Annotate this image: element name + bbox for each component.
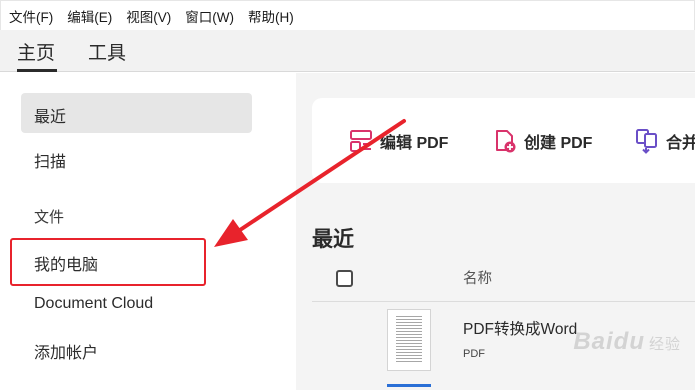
file-thumbnail: [387, 309, 431, 371]
menu-edit[interactable]: 编辑(E): [67, 6, 112, 26]
sidebar-item-document-cloud[interactable]: Document Cloud: [34, 295, 153, 313]
watermark-sub: 经验: [648, 336, 681, 353]
combine-files-icon: [636, 129, 657, 154]
create-pdf-tool[interactable]: 创建 PDF: [492, 128, 592, 154]
edit-pdf-icon: [350, 130, 372, 152]
edit-pdf-tool[interactable]: 编辑 PDF: [348, 128, 448, 154]
file-type: PDF: [463, 348, 485, 360]
active-tab-indicator: [17, 69, 57, 72]
watermark-brand: Baidu: [573, 328, 645, 355]
menu-file[interactable]: 文件(F): [9, 6, 53, 26]
recent-section-title: 最近: [312, 228, 354, 251]
edit-pdf-label: 编辑 PDF: [380, 135, 449, 152]
menu-bar: 文件(F) 编辑(E) 视图(V) 窗口(W) 帮助(H): [0, 0, 695, 30]
menu-view[interactable]: 视图(V): [126, 6, 171, 26]
column-header-name[interactable]: 名称: [463, 267, 492, 288]
sidebar-item-recent[interactable]: 最近: [34, 103, 66, 127]
tools-card: 编辑 PDF 创建 PDF 合并: [312, 98, 695, 183]
sidebar-item-add-account[interactable]: 添加帐户: [34, 339, 98, 363]
file-name: PDF转换成Word: [463, 321, 578, 338]
baidu-watermark: Baidu 经验: [573, 328, 681, 356]
combine-tool[interactable]: 合并: [634, 128, 695, 154]
sidebar-item-scan[interactable]: 扫描: [34, 148, 66, 172]
file-selection-indicator: [387, 384, 431, 387]
menu-help[interactable]: 帮助(H): [248, 6, 294, 26]
file-list-header: 名称: [312, 256, 695, 302]
sidebar-files-heading: 文件: [34, 209, 65, 226]
tab-home[interactable]: 主页: [17, 38, 55, 65]
tab-bar: 主页 工具: [0, 30, 695, 72]
select-all-checkbox[interactable]: [336, 270, 353, 287]
annotation-highlight-box: [10, 238, 206, 286]
tab-tools[interactable]: 工具: [88, 38, 126, 65]
combine-label: 合并: [666, 135, 695, 152]
menu-window[interactable]: 窗口(W): [185, 6, 234, 26]
create-pdf-label: 创建 PDF: [524, 135, 593, 152]
create-pdf-icon: [496, 130, 516, 153]
sidebar: 最近 扫描 文件 我的电脑 Document Cloud 添加帐户: [0, 73, 296, 390]
